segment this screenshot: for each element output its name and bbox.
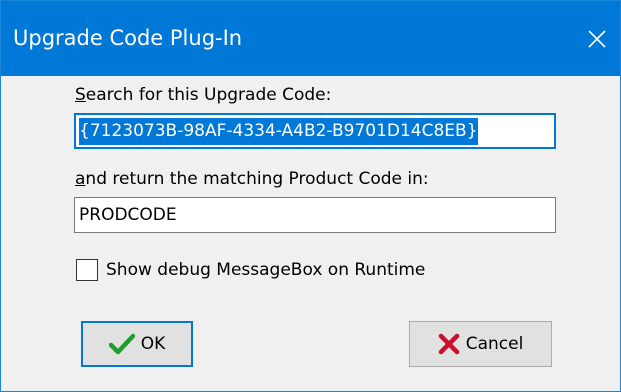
product-code-property-value: PRODCODE	[79, 205, 177, 225]
close-button[interactable]	[574, 1, 620, 76]
debug-messagebox-checkbox[interactable]	[76, 259, 98, 281]
cancel-button-label: Cancel	[465, 334, 524, 354]
return-product-code-label: and return the matching Product Code in:	[75, 168, 429, 190]
search-label-accelerator: S	[75, 85, 86, 105]
x-mark-icon	[438, 333, 459, 355]
return-label-text: nd return the matching Product Code in:	[85, 169, 429, 189]
upgrade-code-selected-text: {7123073B-98AF-4334-A4B2-B9701D14C8EB}	[79, 117, 478, 145]
ok-button[interactable]: OK	[81, 321, 193, 367]
close-icon	[588, 29, 606, 48]
ok-button-label: OK	[140, 334, 166, 354]
checkmark-icon	[108, 333, 135, 355]
dialog-window: Upgrade Code Plug-In Search for this Upg…	[0, 0, 621, 392]
window-title: Upgrade Code Plug-In	[13, 26, 243, 50]
title-bar[interactable]: Upgrade Code Plug-In	[1, 1, 620, 76]
search-label-text: earch for this Upgrade Code:	[85, 85, 332, 105]
debug-messagebox-label[interactable]: Show debug MessageBox on Runtime	[106, 259, 425, 281]
product-code-property-input[interactable]: PRODCODE	[74, 197, 556, 233]
return-label-accelerator: a	[75, 169, 86, 189]
upgrade-code-input[interactable]: {7123073B-98AF-4334-A4B2-B9701D14C8EB}	[74, 113, 556, 149]
cancel-button[interactable]: Cancel	[409, 321, 552, 367]
search-upgrade-code-label: Search for this Upgrade Code:	[75, 84, 331, 106]
